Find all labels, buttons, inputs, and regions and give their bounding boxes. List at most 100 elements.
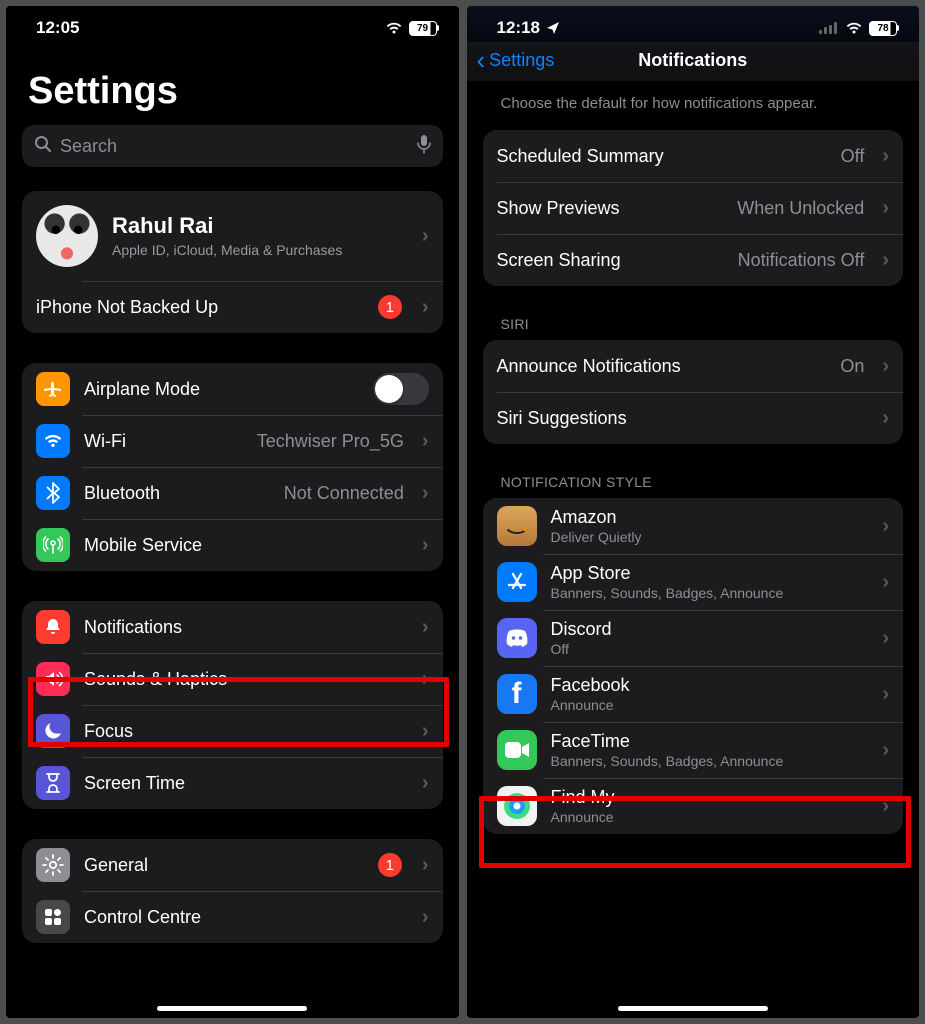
screen-sharing-row[interactable]: Screen Sharing Notifications Off › [483,234,904,286]
airplane-mode-row[interactable]: Airplane Mode [22,363,443,415]
chevron-right-icon: › [422,720,429,743]
nav-title: Notifications [638,50,747,71]
notifications-row[interactable]: Notifications › [22,601,443,653]
display-options-group: Scheduled Summary Off › Show Previews Wh… [483,130,904,286]
app-appstore-row[interactable]: App StoreBanners, Sounds, Badges, Announ… [483,554,904,610]
speaker-icon [36,662,70,696]
airplane-toggle[interactable] [373,373,429,405]
gear-icon [36,848,70,882]
clock: 12:05 [36,18,79,38]
bell-icon [36,610,70,644]
chevron-right-icon: › [422,854,429,877]
amazon-icon [497,506,537,546]
chevron-right-icon: › [882,355,889,378]
search-placeholder: Search [60,136,409,157]
appstore-icon [497,562,537,602]
airplane-icon [36,372,70,406]
antenna-icon [36,528,70,562]
app-amazon-row[interactable]: AmazonDeliver Quietly › [483,498,904,554]
chevron-right-icon: › [422,772,429,795]
bluetooth-icon [36,476,70,510]
app-discord-row[interactable]: DiscordOff › [483,610,904,666]
page-title: Settings [28,70,443,113]
chevron-right-icon: › [422,296,429,319]
back-button[interactable]: ‹ Settings [477,45,555,76]
status-bar: 12:18 78 [467,6,920,42]
siri-header: SIRI [501,316,904,332]
general-group: General 1 › Control Centre › [22,839,443,943]
focus-row[interactable]: Focus › [22,705,443,757]
wifi-icon [36,424,70,458]
control-centre-row[interactable]: Control Centre › [22,891,443,943]
search-icon [34,135,52,158]
announce-notifications-row[interactable]: Announce Notifications On › [483,340,904,392]
battery-indicator: 79 [409,21,437,36]
chevron-right-icon: › [882,515,889,538]
mic-icon[interactable] [417,134,431,159]
chevron-right-icon: › [882,795,889,818]
search-input[interactable]: Search [22,125,443,167]
connectivity-group: Airplane Mode Wi-Fi Techwiser Pro_5G › B… [22,363,443,571]
badge: 1 [378,295,402,319]
clock: 12:18 [497,18,540,38]
location-icon [546,21,560,35]
mobile-service-row[interactable]: Mobile Service › [22,519,443,571]
show-previews-row[interactable]: Show Previews When Unlocked › [483,182,904,234]
wifi-icon [845,21,863,35]
notifications-screen: 12:18 78 ‹ Settings Notifications Choose… [467,6,920,1018]
general-row[interactable]: General 1 › [22,839,443,891]
siri-group: Announce Notifications On › Siri Suggest… [483,340,904,444]
apps-group: AmazonDeliver Quietly › App StoreBanners… [483,498,904,834]
bluetooth-row[interactable]: Bluetooth Not Connected › [22,467,443,519]
settings-screen: 12:05 79 Settings Search Rahul Rai Ap [6,6,459,1018]
hourglass-icon [36,766,70,800]
findmy-icon [497,786,537,826]
chevron-right-icon: › [422,534,429,557]
chevron-right-icon: › [882,683,889,706]
wifi-icon [385,21,403,35]
app-findmy-row[interactable]: Find MyAnnounce › [483,778,904,834]
wifi-row[interactable]: Wi-Fi Techwiser Pro_5G › [22,415,443,467]
control-centre-icon [36,900,70,934]
section-description: Choose the default for how notifications… [501,95,904,112]
chevron-right-icon: › [422,668,429,691]
siri-suggestions-row[interactable]: Siri Suggestions › [483,392,904,444]
profile-name: Rahul Rai [112,213,408,239]
backup-row[interactable]: iPhone Not Backed Up 1 › [22,281,443,333]
home-indicator[interactable] [157,1006,307,1011]
status-bar: 12:05 79 [6,6,459,42]
sounds-row[interactable]: Sounds & Haptics › [22,653,443,705]
style-header: NOTIFICATION STYLE [501,474,904,490]
chevron-left-icon: ‹ [477,45,486,76]
chevron-right-icon: › [422,430,429,453]
chevron-right-icon: › [882,145,889,168]
chevron-right-icon: › [882,571,889,594]
cellular-icon [819,22,839,34]
navbar: ‹ Settings Notifications [467,42,920,81]
screen-time-row[interactable]: Screen Time › [22,757,443,809]
discord-icon [497,618,537,658]
scheduled-summary-row[interactable]: Scheduled Summary Off › [483,130,904,182]
chevron-right-icon: › [422,225,429,248]
avatar [36,205,98,267]
chevron-right-icon: › [422,482,429,505]
chevron-right-icon: › [882,739,889,762]
chevron-right-icon: › [882,407,889,430]
alerts-group: Notifications › Sounds & Haptics › Focus… [22,601,443,809]
profile-subtitle: Apple ID, iCloud, Media & Purchases [112,241,408,259]
app-facetime-row[interactable]: FaceTimeBanners, Sounds, Badges, Announc… [483,722,904,778]
facetime-icon [497,730,537,770]
app-facebook-row[interactable]: f FacebookAnnounce › [483,666,904,722]
chevron-right-icon: › [422,616,429,639]
chevron-right-icon: › [882,249,889,272]
facebook-icon: f [497,674,537,714]
badge: 1 [378,853,402,877]
chevron-right-icon: › [422,906,429,929]
chevron-right-icon: › [882,197,889,220]
chevron-right-icon: › [882,627,889,650]
moon-icon [36,714,70,748]
battery-indicator: 78 [869,21,897,36]
home-indicator[interactable] [618,1006,768,1011]
profile-group: Rahul Rai Apple ID, iCloud, Media & Purc… [22,191,443,333]
apple-id-row[interactable]: Rahul Rai Apple ID, iCloud, Media & Purc… [22,191,443,281]
